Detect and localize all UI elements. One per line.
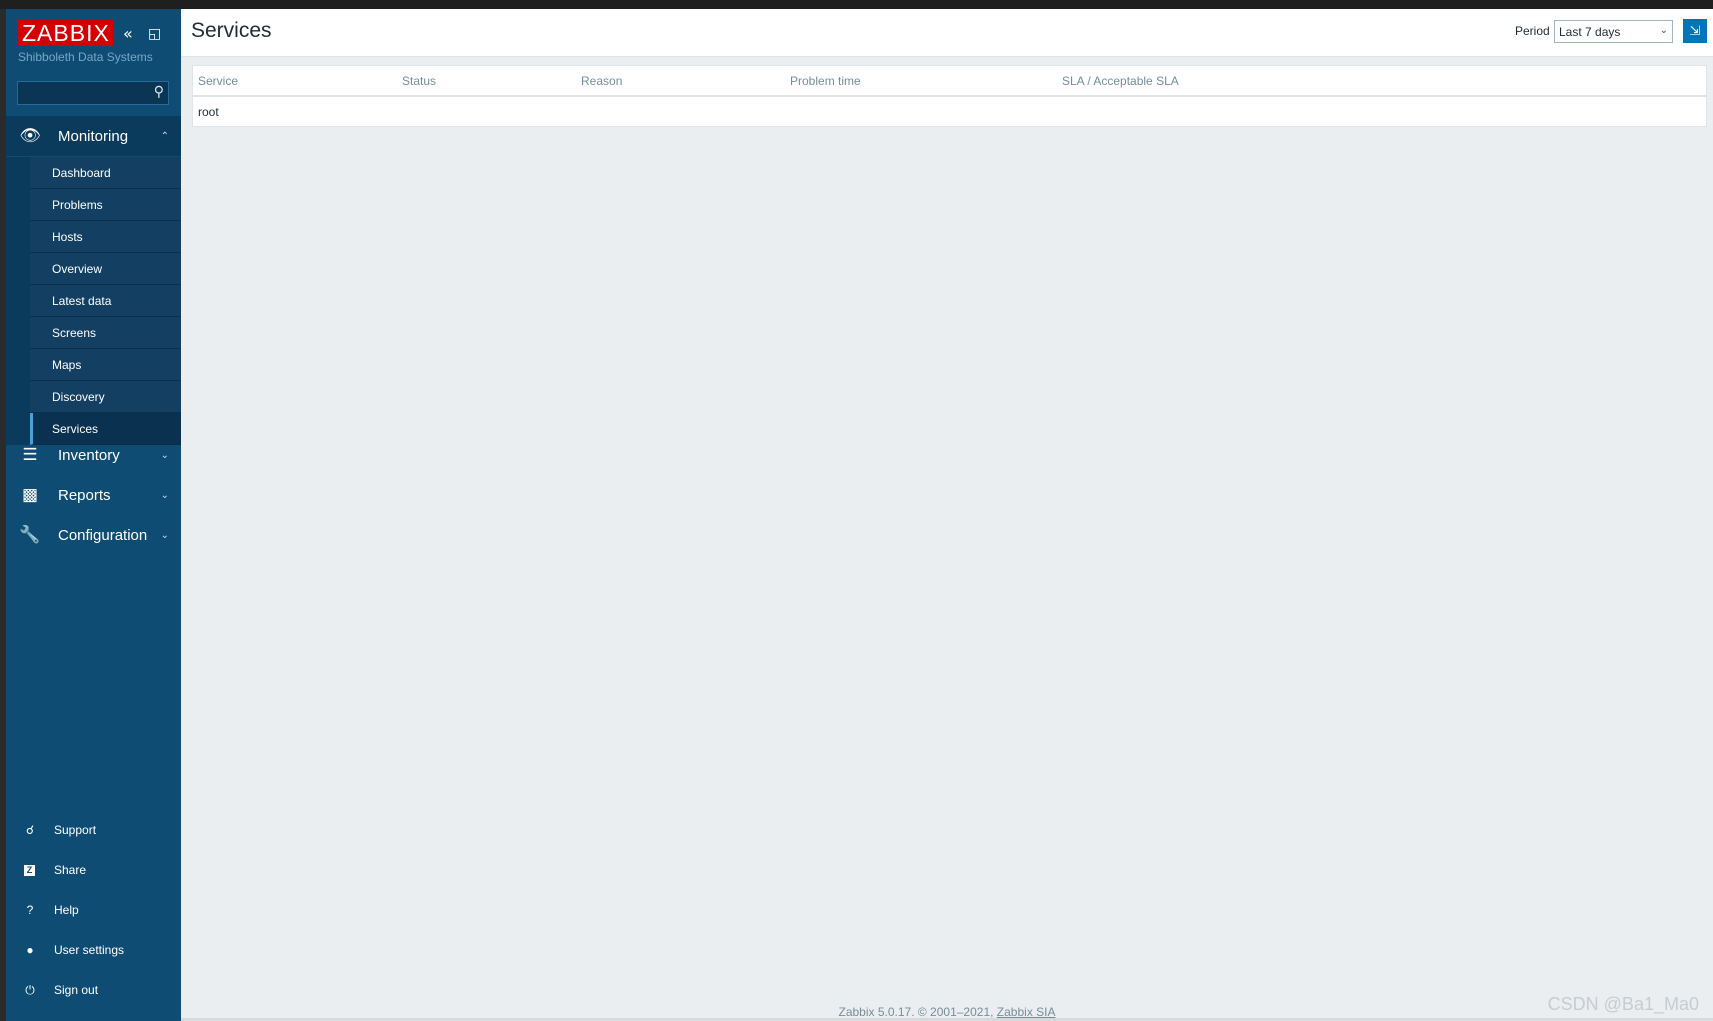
- column-header-reason: Reason: [581, 74, 623, 88]
- fullscreen-button[interactable]: ⇲: [1683, 19, 1707, 43]
- fullscreen-icon: ⇲: [1689, 23, 1701, 39]
- power-icon: ⏻: [25, 982, 35, 997]
- search-box: ⚲: [17, 81, 169, 105]
- column-header-sla: SLA / Acceptable SLA: [1062, 74, 1179, 88]
- menu-sign-out[interactable]: ⏻ Sign out: [6, 975, 181, 1005]
- menu-share[interactable]: Z Share: [6, 855, 181, 885]
- submenu-item-maps[interactable]: Maps: [30, 349, 181, 381]
- menu-monitoring-label: Monitoring: [58, 127, 129, 145]
- kiosk-mode-icon[interactable]: ◱: [148, 24, 161, 44]
- submenu-item-problems[interactable]: Problems: [30, 189, 181, 221]
- chevron-down-icon: ⌄: [160, 489, 169, 501]
- chevron-up-icon: ⌃: [160, 130, 169, 142]
- cell-service[interactable]: root: [198, 105, 219, 119]
- menu-support[interactable]: ☌ Support: [6, 815, 181, 845]
- menu-monitoring[interactable]: 👁 Monitoring ⌃: [6, 116, 181, 156]
- period-label: Period: [1515, 24, 1550, 38]
- user-icon: ●: [26, 943, 34, 957]
- menu-configuration[interactable]: 🔧 Configuration ⌄: [6, 515, 181, 555]
- page-title: Services: [191, 19, 272, 42]
- eye-icon: 👁: [19, 126, 41, 145]
- period-select[interactable]: Last 7 days ⌄: [1554, 20, 1673, 43]
- monitoring-submenu: Dashboard Problems Hosts Overview Latest…: [6, 157, 181, 445]
- menu-inventory-label: Inventory: [58, 446, 120, 464]
- sidebar: ZABBIX « ◱ Shibboleth Data Systems ⚲ 👁 M…: [6, 9, 181, 1021]
- zabbix-logo[interactable]: ZABBIX: [18, 20, 114, 46]
- page-header: Services Period Last 7 days ⌄ ⇲: [181, 9, 1713, 57]
- main-content: Services Period Last 7 days ⌄ ⇲ Service …: [181, 9, 1713, 1021]
- server-name: Shibboleth Data Systems: [18, 50, 153, 64]
- submenu-item-discovery[interactable]: Discovery: [30, 381, 181, 413]
- search-icon[interactable]: ⚲: [154, 84, 164, 100]
- menu-configuration-label: Configuration: [58, 526, 148, 544]
- menu-reports-label: Reports: [58, 486, 111, 504]
- footer-text: Zabbix 5.0.17. © 2001–2021,: [838, 1005, 997, 1019]
- help-icon: ?: [26, 903, 34, 917]
- submenu-item-hosts[interactable]: Hosts: [30, 221, 181, 253]
- menu-reports[interactable]: ▩ Reports ⌄: [6, 475, 181, 515]
- menu-sign-out-label: Sign out: [54, 983, 99, 997]
- submenu-item-dashboard[interactable]: Dashboard: [30, 157, 181, 189]
- menu-share-label: Share: [54, 863, 87, 877]
- top-bar: [0, 0, 1713, 9]
- bar-chart-icon: ▩: [21, 485, 39, 504]
- submenu-item-screens[interactable]: Screens: [30, 317, 181, 349]
- column-header-status: Status: [402, 74, 437, 88]
- table-row: root: [193, 97, 1706, 126]
- share-icon: Z: [24, 864, 35, 876]
- collapse-sidebar-icon[interactable]: «: [123, 24, 133, 44]
- menu-support-label: Support: [54, 823, 97, 837]
- chevron-down-icon: ⌄: [160, 449, 169, 461]
- chevron-down-icon: ⌄: [1659, 25, 1668, 36]
- headset-icon: ☌: [25, 823, 35, 837]
- column-header-problem-time: Problem time: [790, 74, 861, 88]
- footer-link[interactable]: Zabbix SIA: [997, 1005, 1056, 1019]
- services-table: Service Status Reason Problem time SLA /…: [192, 65, 1707, 127]
- search-input[interactable]: [18, 82, 150, 104]
- table-header: Service Status Reason Problem time SLA /…: [193, 66, 1706, 97]
- chevron-down-icon: ⌄: [160, 529, 169, 541]
- menu-help[interactable]: ? Help: [6, 895, 181, 925]
- wrench-icon: 🔧: [19, 525, 41, 544]
- footer: Zabbix 5.0.17. © 2001–2021, Zabbix SIA: [181, 1005, 1713, 1019]
- submenu-item-latest-data[interactable]: Latest data: [30, 285, 181, 317]
- period-select-value: Last 7 days: [1559, 24, 1621, 39]
- column-header-service[interactable]: Service: [198, 74, 238, 88]
- submenu-item-overview[interactable]: Overview: [30, 253, 181, 285]
- menu-user-settings-label: User settings: [54, 943, 125, 957]
- list-icon: ☰: [22, 445, 38, 464]
- menu-help-label: Help: [54, 903, 79, 917]
- menu-inventory[interactable]: ☰ Inventory ⌄: [6, 435, 181, 475]
- watermark: CSDN @Ba1_Ma0: [1547, 994, 1699, 1014]
- menu-user-settings[interactable]: ● User settings: [6, 935, 181, 965]
